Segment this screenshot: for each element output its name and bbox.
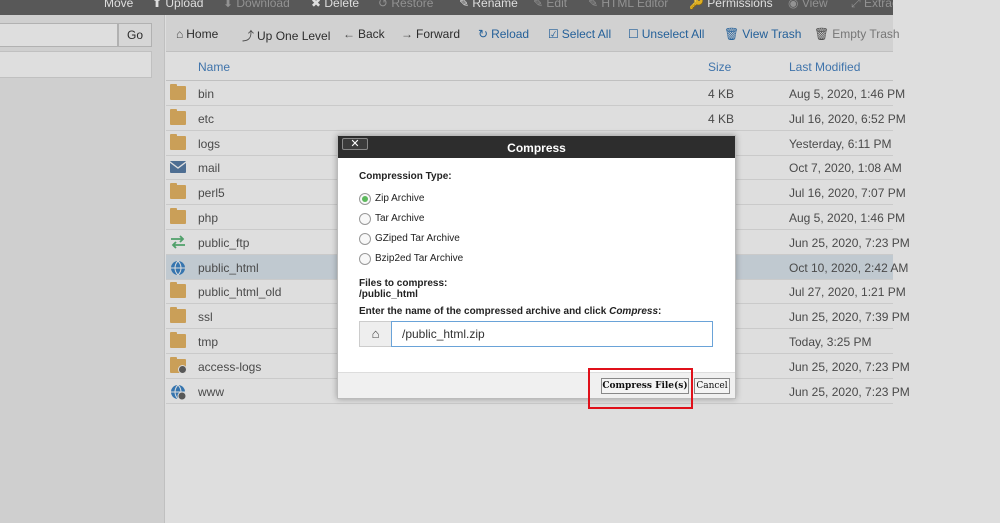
- compress-dialog: Compress ✕ Compression Type: Zip Archive…: [337, 135, 736, 399]
- cancel-button[interactable]: Cancel: [694, 378, 730, 394]
- archive-name-input[interactable]: /public_html.zip: [391, 321, 713, 347]
- dialog-title: Compress: [507, 141, 566, 155]
- compression-type-label: Compression Type:: [359, 171, 452, 182]
- radio-label: GZiped Tar Archive: [375, 233, 460, 244]
- highlight-box: [588, 368, 693, 409]
- radio-button[interactable]: [359, 233, 371, 245]
- archive-name-prompt: Enter the name of the compressed archive…: [359, 306, 661, 317]
- close-icon: ✕: [350, 138, 360, 150]
- home-icon: ⌂: [359, 321, 391, 347]
- prompt-text: Enter the name of the compressed archive…: [359, 306, 610, 317]
- radio-button[interactable]: [359, 213, 371, 225]
- close-button[interactable]: ✕: [342, 138, 368, 150]
- radio-button[interactable]: [359, 193, 371, 205]
- prompt-suffix: :: [658, 306, 662, 317]
- radio-label: Tar Archive: [375, 213, 425, 224]
- radio-button[interactable]: [359, 253, 371, 265]
- files-to-compress-value: /public_html: [359, 289, 418, 300]
- radio-label: Bzip2ed Tar Archive: [375, 253, 464, 264]
- files-to-compress-label: Files to compress:: [359, 278, 448, 289]
- prompt-emphasis: Compress: [609, 306, 658, 317]
- radio-label: Zip Archive: [375, 193, 425, 204]
- dialog-header: Compress ✕: [338, 136, 735, 158]
